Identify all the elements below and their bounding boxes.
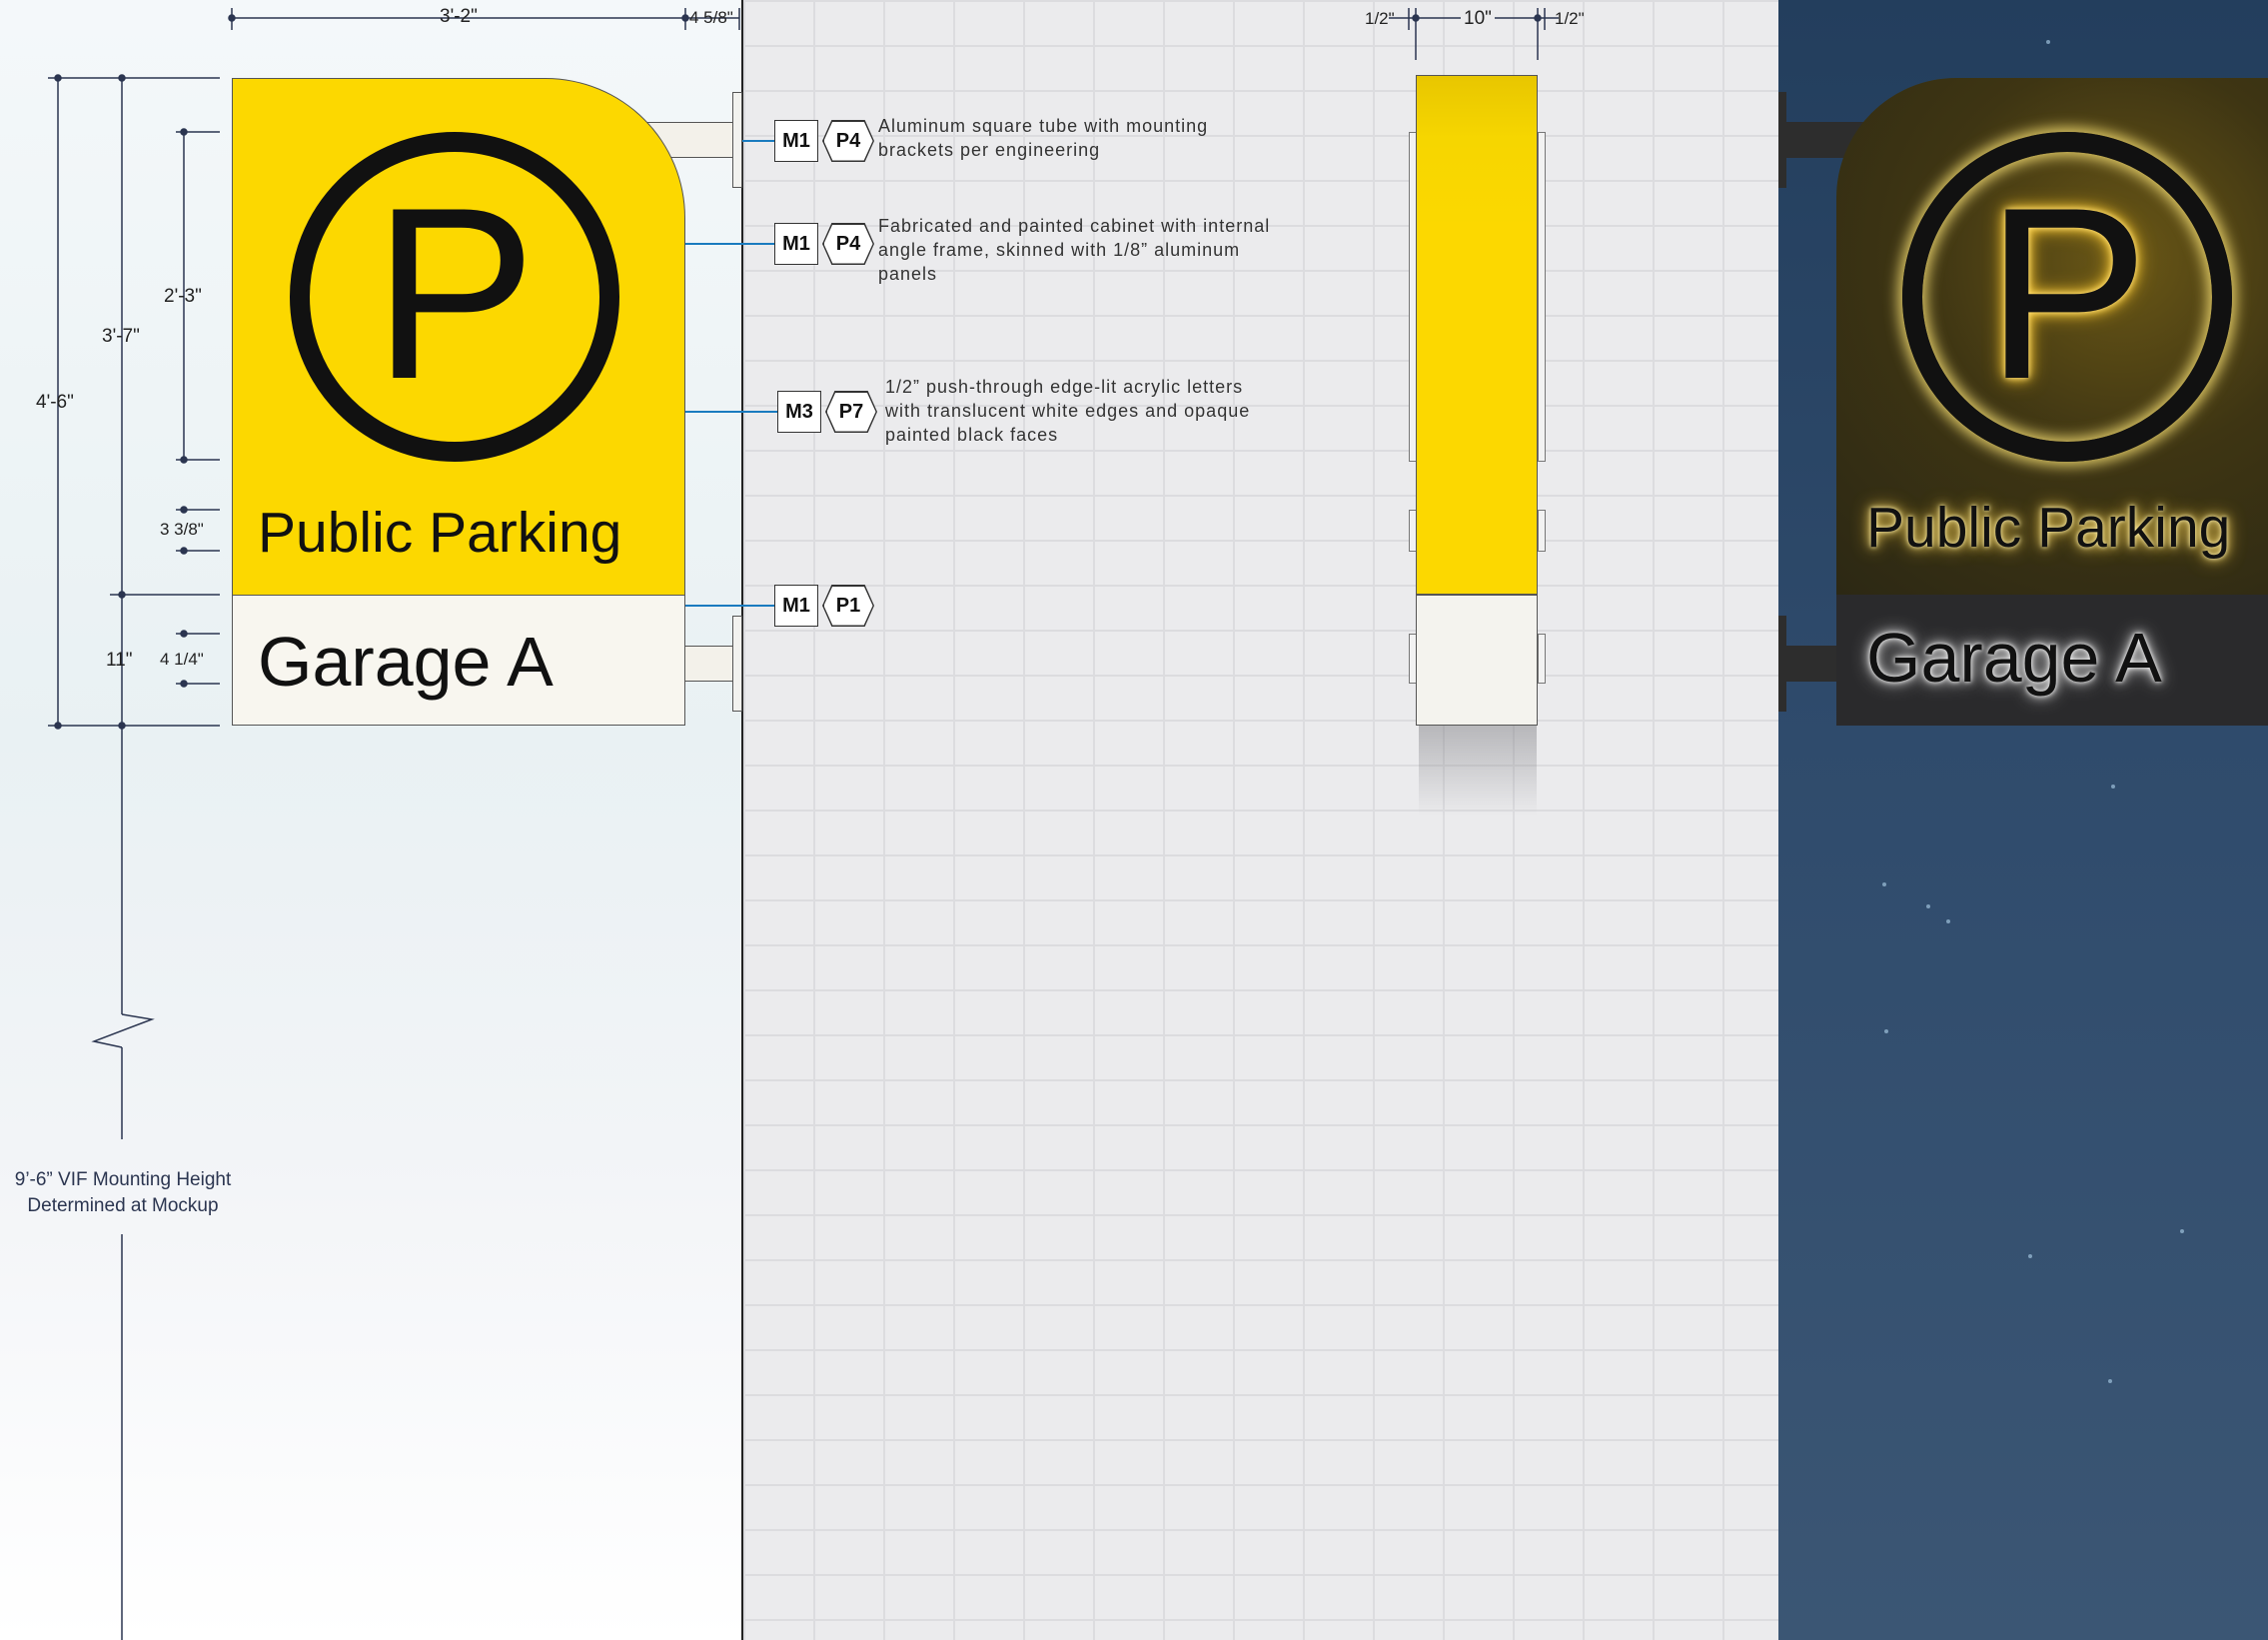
callout-tag: M1 P4 (774, 223, 874, 265)
dim-cap-height-bottom: 4 1/4" (160, 650, 204, 669)
mounting-height-note: 9’-6” VIF Mounting Height Determined at … (8, 1167, 238, 1219)
side-view-white (1416, 595, 1538, 726)
material-code: M1 (774, 120, 818, 162)
mounting-note-line2: Determined at Mockup (27, 1195, 219, 1216)
illuminated-parking-symbol: P (1902, 132, 2232, 462)
paint-code-hexagon: P4 (822, 120, 874, 162)
mounting-arm-bottom (679, 646, 739, 682)
illuminated-public-parking-text: Public Parking (1866, 496, 2231, 560)
material-code: M3 (777, 391, 821, 433)
material-code: M1 (774, 585, 818, 627)
dim-depth: 4 5/8" (689, 8, 733, 27)
wall-plate-bottom (732, 616, 742, 712)
paint-code-hexagon: P4 (822, 223, 874, 265)
side-bracket-tab (1538, 634, 1546, 684)
night-wall-plate-top (1778, 92, 1786, 188)
dim-side-right: 1/2" (1555, 9, 1585, 28)
parking-p-letter: P (373, 155, 537, 430)
side-view-shadow (1419, 726, 1537, 816)
material-code: M1 (774, 223, 818, 265)
sign-garage-text: Garage A (258, 623, 554, 701)
dim-overall-height: 4'-6" (36, 392, 74, 413)
illuminated-p-letter: P (1985, 155, 2149, 430)
callout-tag: M1 P4 (774, 120, 874, 162)
paint-code: P4 (823, 224, 873, 264)
callout-tag: M3 P7 (777, 391, 877, 433)
paint-code: P1 (823, 586, 873, 626)
night-wall-plate-bottom (1778, 616, 1786, 712)
callout-note: Fabricated and painted cabinet with inte… (878, 216, 1271, 284)
side-view-yellow (1416, 75, 1538, 595)
dim-symbol-height: 2'-3" (164, 286, 202, 307)
paint-code-hexagon: P1 (822, 585, 874, 627)
callout-note: Aluminum square tube with mounting brack… (878, 116, 1209, 160)
dim-yellow-height: 3'-7" (102, 326, 140, 347)
side-bracket-tab (1538, 132, 1546, 462)
dim-cap-height-top: 3 3/8" (160, 520, 204, 539)
callout-tag: M1 P1 (774, 585, 874, 627)
paint-code: P4 (823, 121, 873, 161)
sign-public-parking-text: Public Parking (258, 501, 622, 565)
dim-width: 3'-2" (440, 6, 478, 27)
dim-side-width: 10" (1461, 8, 1495, 30)
wall-plate-top (732, 92, 742, 188)
parking-symbol: P (290, 132, 619, 462)
paint-code: P7 (826, 392, 876, 432)
callout-note: 1/2” push-through edge-lit acrylic lette… (885, 377, 1251, 445)
paint-code-hexagon: P7 (825, 391, 877, 433)
dim-side-left: 1/2" (1365, 9, 1395, 28)
illuminated-garage-text: Garage A (1866, 619, 2162, 697)
dim-white-panel-height: 11" (106, 650, 133, 671)
side-bracket-tab (1538, 510, 1546, 552)
mounting-note-line1: 9’-6” VIF Mounting Height (14, 1169, 232, 1190)
